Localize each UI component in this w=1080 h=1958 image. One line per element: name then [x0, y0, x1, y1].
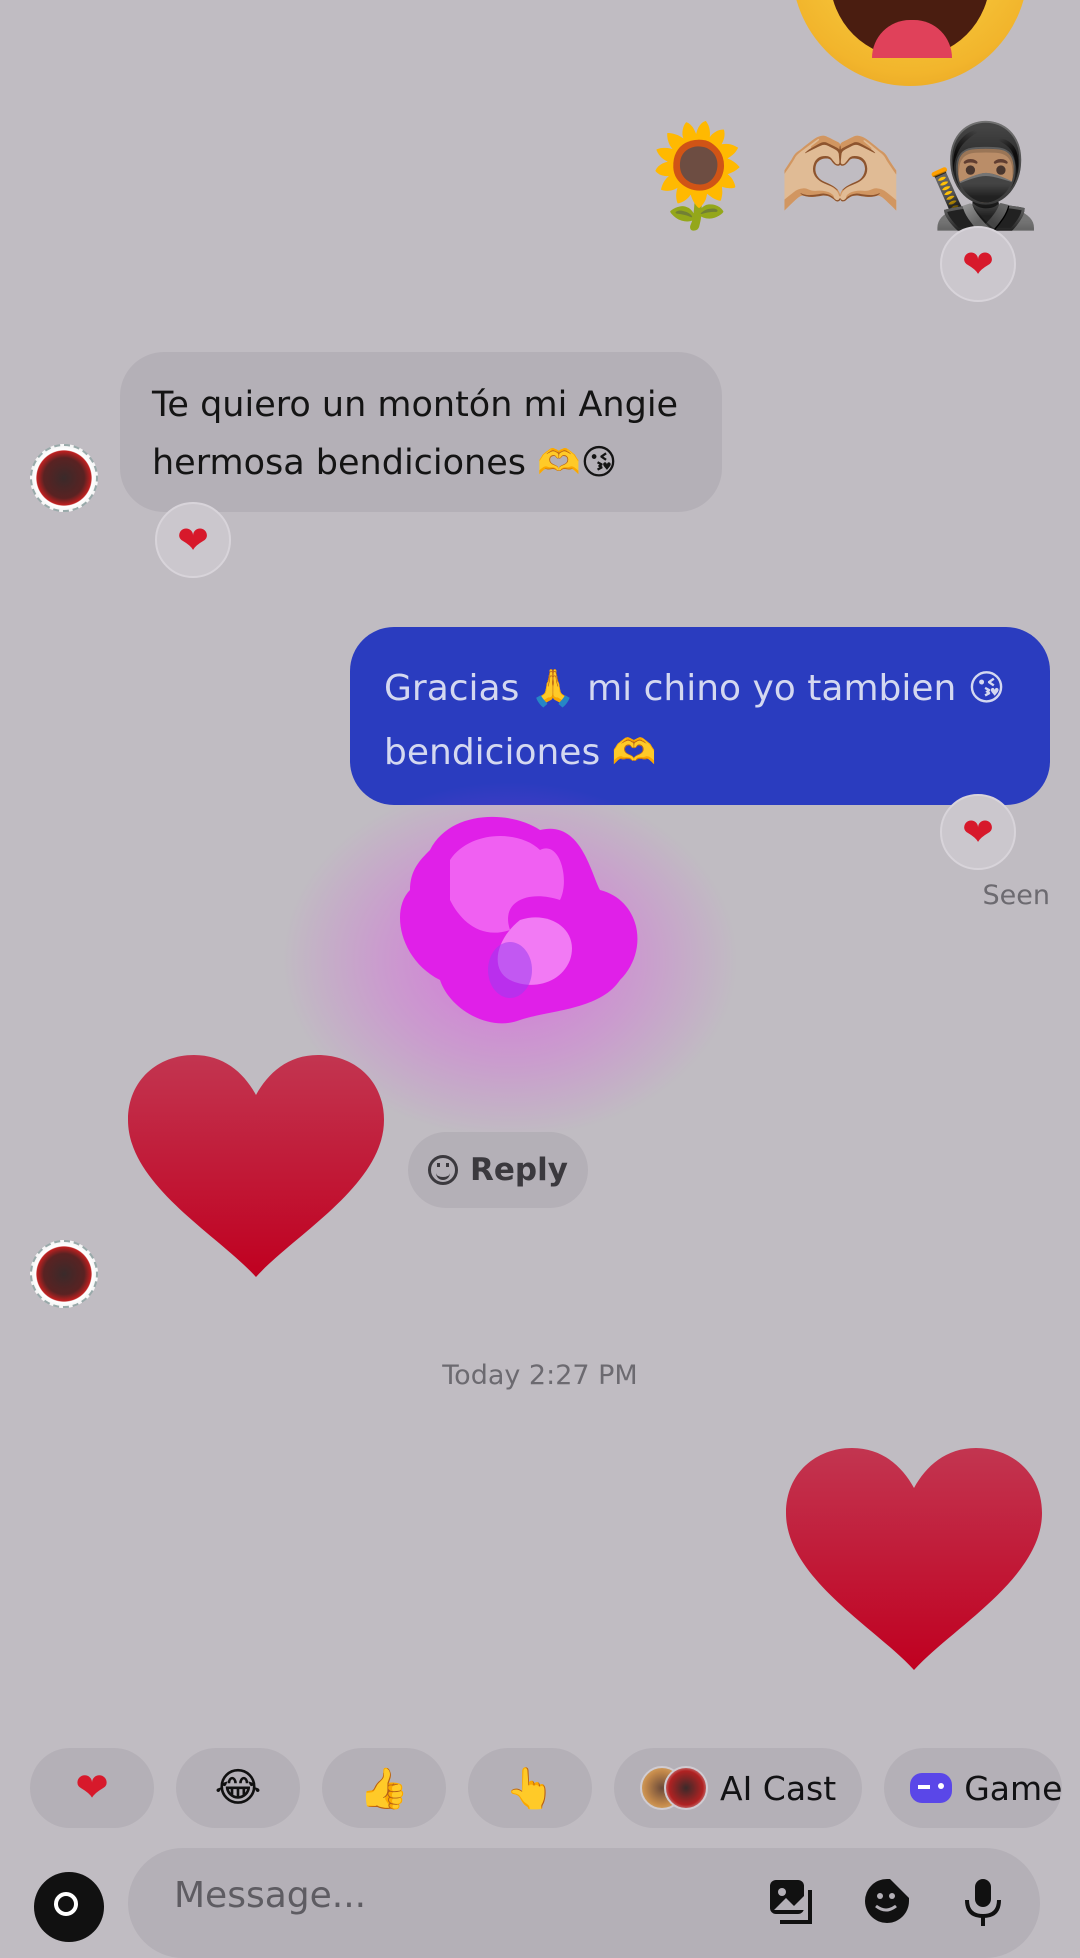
message-reaction-heart[interactable]: ❤: [940, 794, 1016, 870]
pointing-up-icon: 👆: [505, 1765, 555, 1812]
smile-icon: [428, 1155, 459, 1185]
thumbs-up-icon: 👍: [359, 1765, 409, 1812]
heart-emoji-message[interactable]: [786, 1448, 1042, 1674]
laughing-icon: 😂: [214, 1765, 262, 1811]
gamepad-icon: [910, 1773, 953, 1803]
message-reaction-heart[interactable]: ❤: [940, 226, 1016, 302]
sticker-icon[interactable]: [862, 1876, 912, 1926]
outgoing-message-bubble[interactable]: Gracias 🙏 mi chino yo tambien 😘 bendicio…: [350, 627, 1050, 805]
avatar: [664, 1766, 708, 1810]
heart-emoji-message[interactable]: [128, 1055, 384, 1281]
contact-avatar[interactable]: [30, 444, 98, 512]
games-button[interactable]: Game: [884, 1748, 1063, 1828]
ninja-emoji: 🥷🏽: [920, 117, 1045, 234]
heart-icon: ❤: [75, 1765, 109, 1811]
quick-reply-laugh[interactable]: 😂: [176, 1748, 300, 1828]
quick-reply-bar: ❤ 😂 👍 👆 AI Cast Game: [30, 1748, 1063, 1828]
pink-burst-animation: [400, 816, 638, 1024]
quick-reply-thumbs-up[interactable]: 👍: [322, 1748, 446, 1828]
gallery-icon[interactable]: [766, 1876, 816, 1926]
quick-reply-heart[interactable]: ❤: [30, 1748, 154, 1828]
heart-hands-emoji: 🫶🏼: [777, 117, 903, 234]
sunflower-emoji: 🌻: [635, 117, 760, 234]
message-reaction-heart[interactable]: ❤: [155, 502, 231, 578]
reply-button[interactable]: Reply: [408, 1132, 588, 1208]
quick-reply-point[interactable]: 👆: [468, 1748, 592, 1828]
contact-avatar[interactable]: [30, 1240, 98, 1308]
message-timestamp: Today 2:27 PM: [442, 1360, 638, 1391]
ai-cast-button[interactable]: AI Cast: [614, 1748, 863, 1828]
microphone-icon[interactable]: [958, 1876, 1008, 1926]
message-composer: [128, 1848, 1040, 1958]
emoji-message[interactable]: 🌻 🫶🏼 🥷🏽: [635, 112, 1045, 240]
message-input[interactable]: [172, 1874, 736, 1917]
seen-status: Seen: [982, 880, 1050, 911]
laughing-emoji-sticker: [792, 0, 1028, 86]
incoming-message-bubble[interactable]: Te quiero un montón mi Angie hermosa ben…: [120, 352, 722, 512]
camera-button[interactable]: [34, 1872, 104, 1942]
